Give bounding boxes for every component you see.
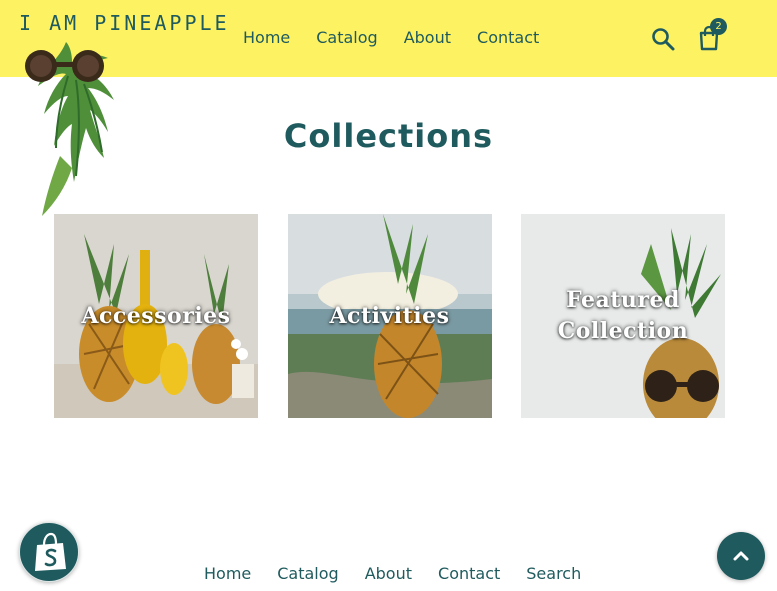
footer-link-home[interactable]: Home <box>204 564 251 583</box>
footer-link-catalog[interactable]: Catalog <box>277 564 338 583</box>
footer-link-about[interactable]: About <box>365 564 412 583</box>
collection-title-activities[interactable]: Activities <box>288 214 492 418</box>
search-icon[interactable] <box>650 26 676 52</box>
site-logo-text[interactable]: I AM PINEAPPLE <box>19 11 230 35</box>
pineapple-logo-image[interactable] <box>16 36 122 220</box>
main-nav: Home Catalog About Contact <box>243 28 539 47</box>
cart-count-badge[interactable]: 2 <box>710 18 727 35</box>
footer-nav: Home Catalog About Contact Search <box>204 564 581 583</box>
collection-title-accessories[interactable]: Accessories <box>54 214 258 418</box>
chevron-up-icon <box>733 551 749 561</box>
collection-title-featured-collection[interactable]: Featured Collection <box>521 214 725 418</box>
collection-card-featured-collection[interactable]: Featured Collection <box>521 214 725 418</box>
collection-card-activities[interactable]: Activities <box>287 214 492 418</box>
nav-home[interactable]: Home <box>243 28 290 47</box>
nav-about[interactable]: About <box>404 28 451 47</box>
back-to-top-button[interactable] <box>717 532 765 580</box>
footer-link-search[interactable]: Search <box>526 564 581 583</box>
shopify-bag-icon[interactable] <box>19 522 79 582</box>
footer-link-contact[interactable]: Contact <box>438 564 500 583</box>
collections-grid: Accessories Activities Featured Collecti… <box>54 214 725 418</box>
nav-catalog[interactable]: Catalog <box>316 28 377 47</box>
collection-card-accessories[interactable]: Accessories <box>54 214 258 418</box>
nav-contact[interactable]: Contact <box>477 28 539 47</box>
